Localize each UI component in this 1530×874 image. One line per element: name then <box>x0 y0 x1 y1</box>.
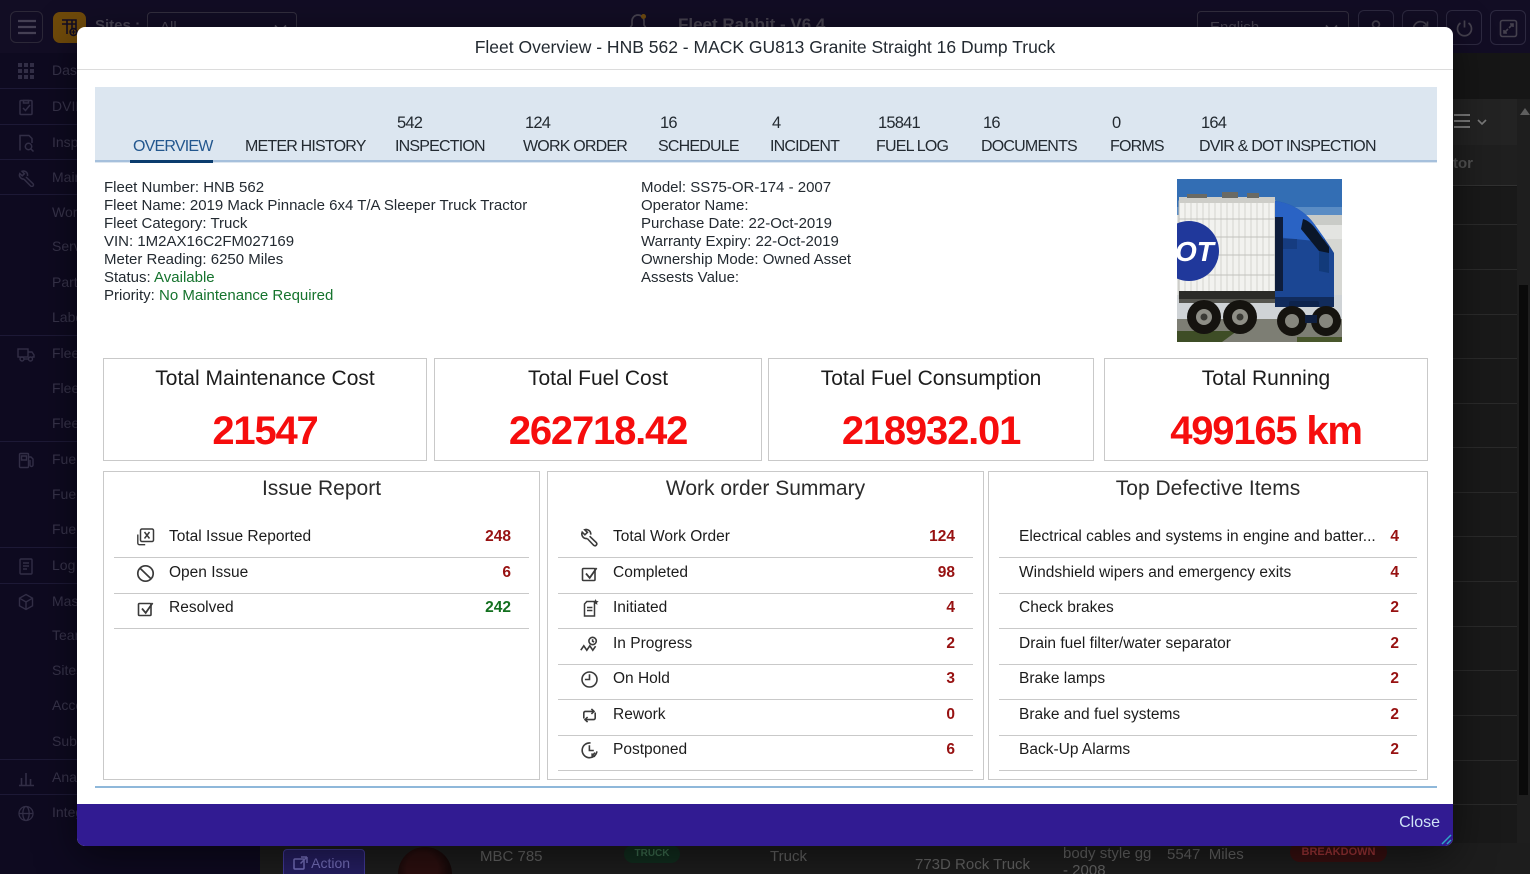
svg-text:OT: OT <box>1177 236 1217 267</box>
